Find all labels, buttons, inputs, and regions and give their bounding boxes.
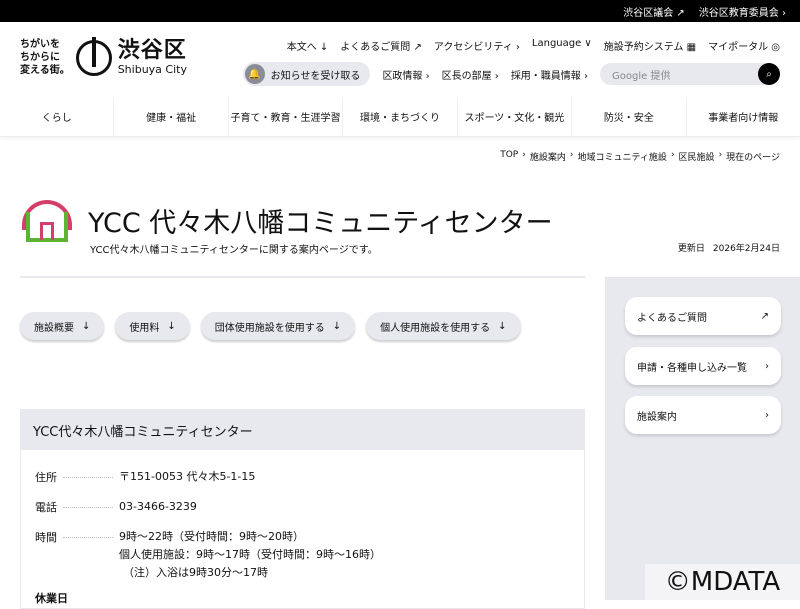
info-box: YCC代々木八幡コミュニティセンター 住所 〒151-0053 代々木5-1-1… xyxy=(20,409,585,609)
anchor-overview[interactable]: 施設概要 ↓ xyxy=(20,312,105,340)
mayor-link[interactable]: 区長の部屋 › xyxy=(442,67,499,82)
logo-name: 渋谷区 xyxy=(117,38,187,63)
house-icon xyxy=(20,198,74,242)
updated-date: 更新日 2026年2月24日 xyxy=(678,241,780,254)
info-heading: YCC代々木八幡コミュニティセンター xyxy=(21,410,584,450)
sidebar-applications[interactable]: 申請・各種申し込み一覧 › xyxy=(625,347,781,385)
search-input[interactable]: Google 提供 ⌕ xyxy=(600,63,780,85)
crumb-community[interactable]: 地域コミュニティ施設 xyxy=(577,150,666,163)
phone-label: 電話 xyxy=(35,501,57,514)
crumb-sep: › xyxy=(522,150,526,160)
link-council[interactable]: 渋谷区議会 ↗ xyxy=(623,4,685,19)
breadcrumb: TOP › 施設案内 › 地域コミュニティ施設 › 区民施設 › 現在のページ xyxy=(500,150,780,163)
page-title: YCC 代々木八幡コミュニティセンター xyxy=(88,207,553,239)
arrow-down-icon: ↓ xyxy=(82,320,91,332)
crumb-ward[interactable]: 区民施設 xyxy=(679,150,715,163)
updated-label: 更新日 xyxy=(677,244,705,254)
hours-line: 9時～22時（受付時間：9時～20時） xyxy=(119,530,304,543)
search-icon[interactable]: ⌕ xyxy=(758,63,780,85)
crumb-sep: › xyxy=(718,150,723,160)
sidebar-faq[interactable]: よくあるご質問 ↗ xyxy=(625,297,781,335)
faq-link[interactable]: よくあるご質問 ↗ xyxy=(340,38,422,53)
skip-to-content[interactable]: 本文へ ↓ xyxy=(287,38,329,53)
top-bar: 渋谷区議会 ↗ 渋谷区教育委員会 › xyxy=(0,0,800,22)
chevron-right-icon: › xyxy=(765,360,769,372)
updated-value: 2026年2月24日 xyxy=(712,244,780,254)
bell-icon: 🔔 xyxy=(244,64,265,84)
tagline-line: 変える街。 xyxy=(20,65,70,76)
crumb-top[interactable]: TOP xyxy=(500,150,518,163)
sidebar: よくあるご質問 ↗ 申請・各種申し込み一覧 › 施設案内 › xyxy=(605,277,800,600)
hours-label: 時間 xyxy=(35,531,57,544)
accessibility-link[interactable]: アクセシビリティ › xyxy=(434,38,520,53)
global-nav: くらし 健康・福祉 子育て・教育・生涯学習 環境・まちづくり スポーツ・文化・観… xyxy=(0,97,800,137)
utility-links: 本文へ ↓ よくあるご質問 ↗ アクセシビリティ › Language ∨ 施設… xyxy=(287,38,780,53)
tagline-line: ちがいを xyxy=(20,39,60,50)
hours-line: （注）入浴は9時30分～17時 xyxy=(123,566,268,579)
divider xyxy=(20,276,585,278)
header: ちがいを ちからに 変える街。 渋谷区 Shibuya City 本文へ ↓ よ… xyxy=(0,22,800,97)
arrow-down-icon: ↓ xyxy=(167,320,176,332)
nav-item[interactable]: 環境・まちづくり xyxy=(342,97,456,136)
anchor-fees[interactable]: 使用料 ↓ xyxy=(115,312,190,340)
tagline: ちがいを ちからに 変える街。 xyxy=(20,38,70,77)
nav-item[interactable]: 事業者向け情報 xyxy=(685,97,800,136)
arrow-down-icon: ↓ xyxy=(498,320,507,332)
anchor-group-use[interactable]: 団体使用施設を使用する ↓ xyxy=(200,312,356,340)
nav-item[interactable]: くらし xyxy=(0,97,113,136)
closed-label: 休業日 xyxy=(35,592,68,605)
address-value: 〒151-0053 代々木5-1-15 xyxy=(119,470,256,483)
nav-item[interactable]: 健康・福祉 xyxy=(113,97,227,136)
anchor-individual-use[interactable]: 個人使用施設を使用する ↓ xyxy=(366,312,521,340)
watermark: ©MDATA xyxy=(645,564,800,600)
hours-line: 個人使用施設：9時～17時（受付時間：9時～16時） xyxy=(119,548,381,561)
my-portal-link[interactable]: マイポータル ◎ xyxy=(708,38,780,53)
reservation-link[interactable]: 施設予約システム ▦ xyxy=(604,38,696,53)
site-logo[interactable]: ちがいを ちからに 変える街。 渋谷区 Shibuya City xyxy=(20,36,187,77)
nav-item[interactable]: 防災・安全 xyxy=(571,97,685,136)
phone-value[interactable]: 03-3466-3239 xyxy=(119,498,197,516)
chevron-right-icon: › xyxy=(765,409,769,421)
external-link-icon: ↗ xyxy=(760,310,769,322)
crumb-facilities[interactable]: 施設案内 xyxy=(530,150,566,163)
notify-label: お知らせを受け取る xyxy=(270,70,361,82)
nav-item[interactable]: 子育て・教育・生涯学習 xyxy=(227,97,342,136)
gov-info-link[interactable]: 区政情報 › xyxy=(382,67,429,82)
anchor-links: 施設概要 ↓ 使用料 ↓ 団体使用施設を使用する ↓ 個人使用施設を使用する ↓ xyxy=(20,312,521,340)
notify-button[interactable]: 🔔 お知らせを受け取る xyxy=(242,62,371,86)
logo-name-en: Shibuya City xyxy=(117,63,187,76)
crumb-current: 現在のページ xyxy=(726,153,780,163)
page-subtitle: YCC代々木八幡コミュニティセンターに関する案内ページです。 xyxy=(90,245,378,256)
link-education-board[interactable]: 渋谷区教育委員会 › xyxy=(699,4,786,19)
emblem-icon xyxy=(75,36,112,76)
search-placeholder: Google 提供 xyxy=(612,70,671,82)
crumb-sep: › xyxy=(569,150,574,160)
nav-item[interactable]: スポーツ・文化・観光 xyxy=(456,97,571,136)
address-label: 住所 xyxy=(35,471,57,484)
language-select[interactable]: Language ∨ xyxy=(532,38,592,53)
recruit-link[interactable]: 採用・職員情報 › xyxy=(511,67,588,82)
crumb-sep: › xyxy=(670,150,675,160)
tagline-line: ちからに xyxy=(20,52,60,63)
arrow-down-icon: ↓ xyxy=(332,320,342,332)
sidebar-facilities[interactable]: 施設案内 › xyxy=(625,396,781,434)
